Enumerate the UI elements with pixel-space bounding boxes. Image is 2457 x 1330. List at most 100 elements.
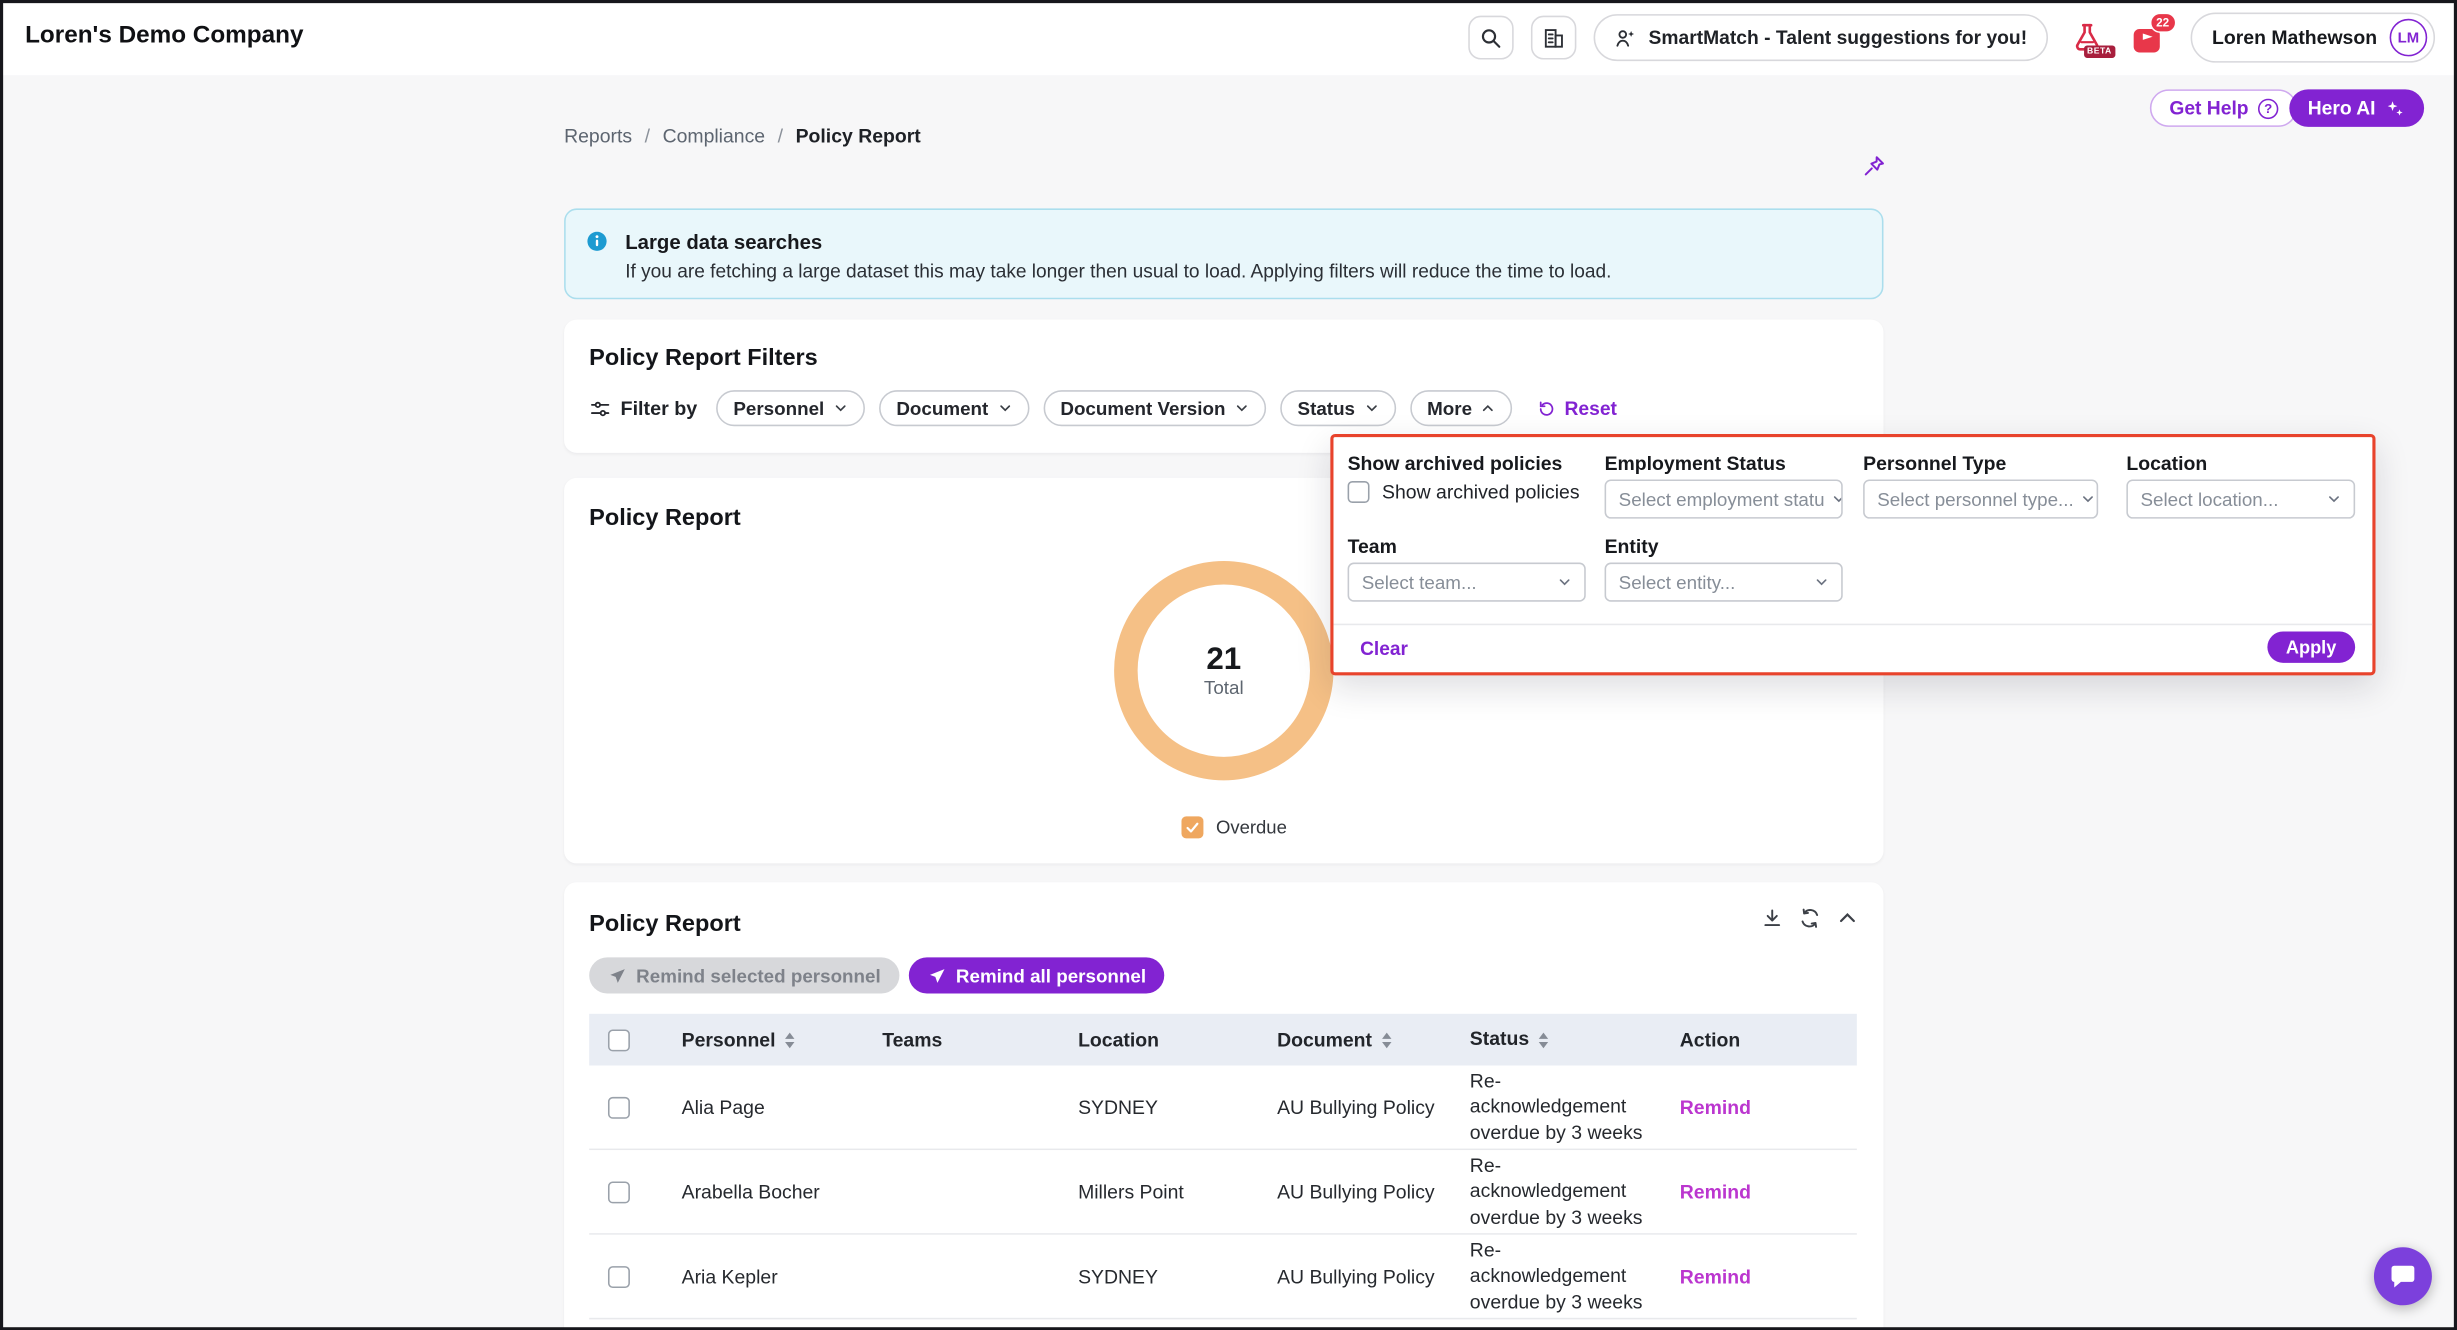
table-card-actions (1761, 907, 1858, 929)
hero-ai-label: Hero AI (2308, 97, 2376, 119)
beta-badge: BETA (2084, 45, 2115, 58)
user-name: Loren Mathewson (2212, 27, 2377, 49)
smartmatch-button[interactable]: SmartMatch - Talent suggestions for you! (1594, 14, 2048, 61)
cell-status: Re-acknowledgement overdue by 3 weeks (1451, 1069, 1661, 1145)
check-icon (1185, 820, 1201, 836)
chevron-down-icon (1558, 575, 1572, 589)
banner-title: Large data searches (625, 230, 822, 254)
top-bar: Loren's Demo Company SmartMatch - Talent… (0, 0, 2457, 75)
column-header-personnel[interactable]: Personnel (663, 1029, 864, 1051)
filter-by-label-group: Filter by (589, 397, 697, 419)
hero-ai-button[interactable]: Hero AI (2289, 89, 2424, 127)
filter-status-button[interactable]: Status (1280, 390, 1395, 426)
filter-more-button[interactable]: More (1410, 390, 1513, 426)
filter-row: Filter by Personnel Document Document Ve… (589, 390, 1617, 426)
remind-link[interactable]: Remind (1680, 1265, 1751, 1287)
question-mark-icon: ? (2258, 98, 2278, 118)
sort-icon (1381, 1032, 1390, 1048)
chart-legend: Overdue (1181, 816, 1286, 838)
chevron-down-icon (834, 401, 848, 415)
send-icon (928, 966, 947, 985)
row-checkbox[interactable] (608, 1096, 630, 1118)
refresh-icon[interactable] (1799, 907, 1821, 929)
filter-document-button[interactable]: Document (879, 390, 1029, 426)
screenshot-viewport: Loren's Demo Company SmartMatch - Talent… (0, 0, 2457, 1330)
cell-location: SYDNEY (1059, 1265, 1258, 1287)
breadcrumb: Reports / Compliance / Policy Report (564, 125, 921, 147)
organisation-button[interactable] (1531, 16, 1576, 60)
cell-personnel: Arabella Bocher (663, 1181, 864, 1203)
cell-personnel: Alia Page (663, 1096, 864, 1118)
row-checkbox[interactable] (608, 1265, 630, 1287)
table-row: Aria Kepler SYDNEY AU Bullying Policy Re… (589, 1235, 1857, 1320)
cell-status: Re-acknowledgement overdue by 3 weeks (1451, 1154, 1661, 1230)
breadcrumb-compliance[interactable]: Compliance (663, 125, 766, 147)
pin-page-icon[interactable] (1862, 154, 1887, 179)
row-checkbox[interactable] (608, 1181, 630, 1203)
location-select[interactable]: Select location... (2126, 479, 2355, 518)
table-card-title: Policy Report (589, 910, 741, 937)
personnel-type-select[interactable]: Select personnel type... (1863, 479, 2098, 518)
smartmatch-label: SmartMatch - Talent suggestions for you! (1648, 27, 2027, 49)
reset-filters-button[interactable]: Reset (1538, 397, 1617, 419)
chat-launcher-button[interactable] (2374, 1247, 2432, 1305)
notification-count-badge: 22 (2149, 13, 2176, 33)
notifications-button[interactable]: 22 (2126, 14, 2173, 61)
employment-status-select[interactable]: Select employment statu (1605, 479, 1843, 518)
entity-label: Entity (1605, 536, 1659, 558)
table-header-row: Personnel Teams Location Document Status (589, 1014, 1857, 1066)
get-help-label: Get Help (2169, 97, 2248, 119)
legend-overdue-label: Overdue (1216, 816, 1287, 838)
overdue-donut-chart[interactable]: 21 Total (1114, 561, 1333, 780)
breadcrumb-current-page: Policy Report (796, 125, 921, 147)
more-filters-panel: Show archived policies Show archived pol… (1330, 434, 2375, 675)
legend-overdue-checkbox[interactable] (1181, 816, 1203, 838)
remind-link[interactable]: Remind (1680, 1096, 1751, 1118)
column-header-action: Action (1661, 1029, 1857, 1051)
labs-beta-button[interactable]: BETA (2065, 16, 2109, 60)
column-header-status[interactable]: Status (1451, 1027, 1661, 1052)
cell-status: Re-acknowledgement overdue by 3 weeks (1451, 1238, 1661, 1314)
profile-menu-button[interactable]: Loren Mathewson LM (2190, 13, 2435, 63)
cell-document: AU Bullying Policy (1258, 1265, 1451, 1287)
clear-filters-link[interactable]: Clear (1360, 638, 1408, 660)
send-icon (608, 966, 627, 985)
show-archived-checkbox[interactable] (1348, 481, 1370, 503)
column-header-document[interactable]: Document (1258, 1029, 1451, 1051)
filter-by-label: Filter by (621, 397, 698, 419)
download-icon[interactable] (1761, 907, 1783, 929)
team-select[interactable]: Select team... (1348, 563, 1586, 602)
breadcrumb-separator: / (645, 125, 650, 147)
filter-document-version-button[interactable]: Document Version (1043, 390, 1266, 426)
personnel-type-label: Personnel Type (1863, 453, 2006, 475)
banner-body: If you are fetching a large dataset this… (625, 260, 1611, 282)
policy-report-table: Personnel Teams Location Document Status (589, 1014, 1857, 1320)
large-data-info-banner: Large data searches If you are fetching … (564, 208, 1883, 299)
column-header-location: Location (1059, 1029, 1258, 1051)
remind-selected-button[interactable]: Remind selected personnel (589, 957, 899, 993)
entity-select[interactable]: Select entity... (1605, 563, 1843, 602)
reset-icon (1538, 399, 1557, 418)
remind-all-button[interactable]: Remind all personnel (909, 957, 1165, 993)
remind-link[interactable]: Remind (1680, 1181, 1751, 1203)
chevron-down-icon (1235, 401, 1249, 415)
select-all-checkbox[interactable] (608, 1029, 630, 1051)
info-icon (586, 230, 608, 252)
filter-sliders-icon (589, 397, 611, 419)
employment-status-label: Employment Status (1605, 453, 1786, 475)
chevron-down-icon (2327, 492, 2341, 506)
table-row: Alia Page SYDNEY AU Bullying Policy Re-a… (589, 1066, 1857, 1151)
remind-buttons-row: Remind selected personnel Remind all per… (589, 957, 1165, 993)
chevron-down-icon (1815, 575, 1829, 589)
sort-icon (785, 1032, 794, 1048)
sparkles-icon (2385, 98, 2405, 118)
filter-personnel-button[interactable]: Personnel (716, 390, 865, 426)
collapse-chevron-up-icon[interactable] (1836, 907, 1858, 929)
breadcrumb-reports[interactable]: Reports (564, 125, 632, 147)
smartmatch-icon (1614, 26, 1638, 50)
search-button[interactable] (1468, 16, 1513, 60)
get-help-button[interactable]: Get Help ? (2151, 89, 2298, 127)
apply-filters-button[interactable]: Apply (2267, 631, 2355, 662)
company-name: Loren's Demo Company (25, 22, 303, 50)
location-label: Location (2126, 453, 2207, 475)
